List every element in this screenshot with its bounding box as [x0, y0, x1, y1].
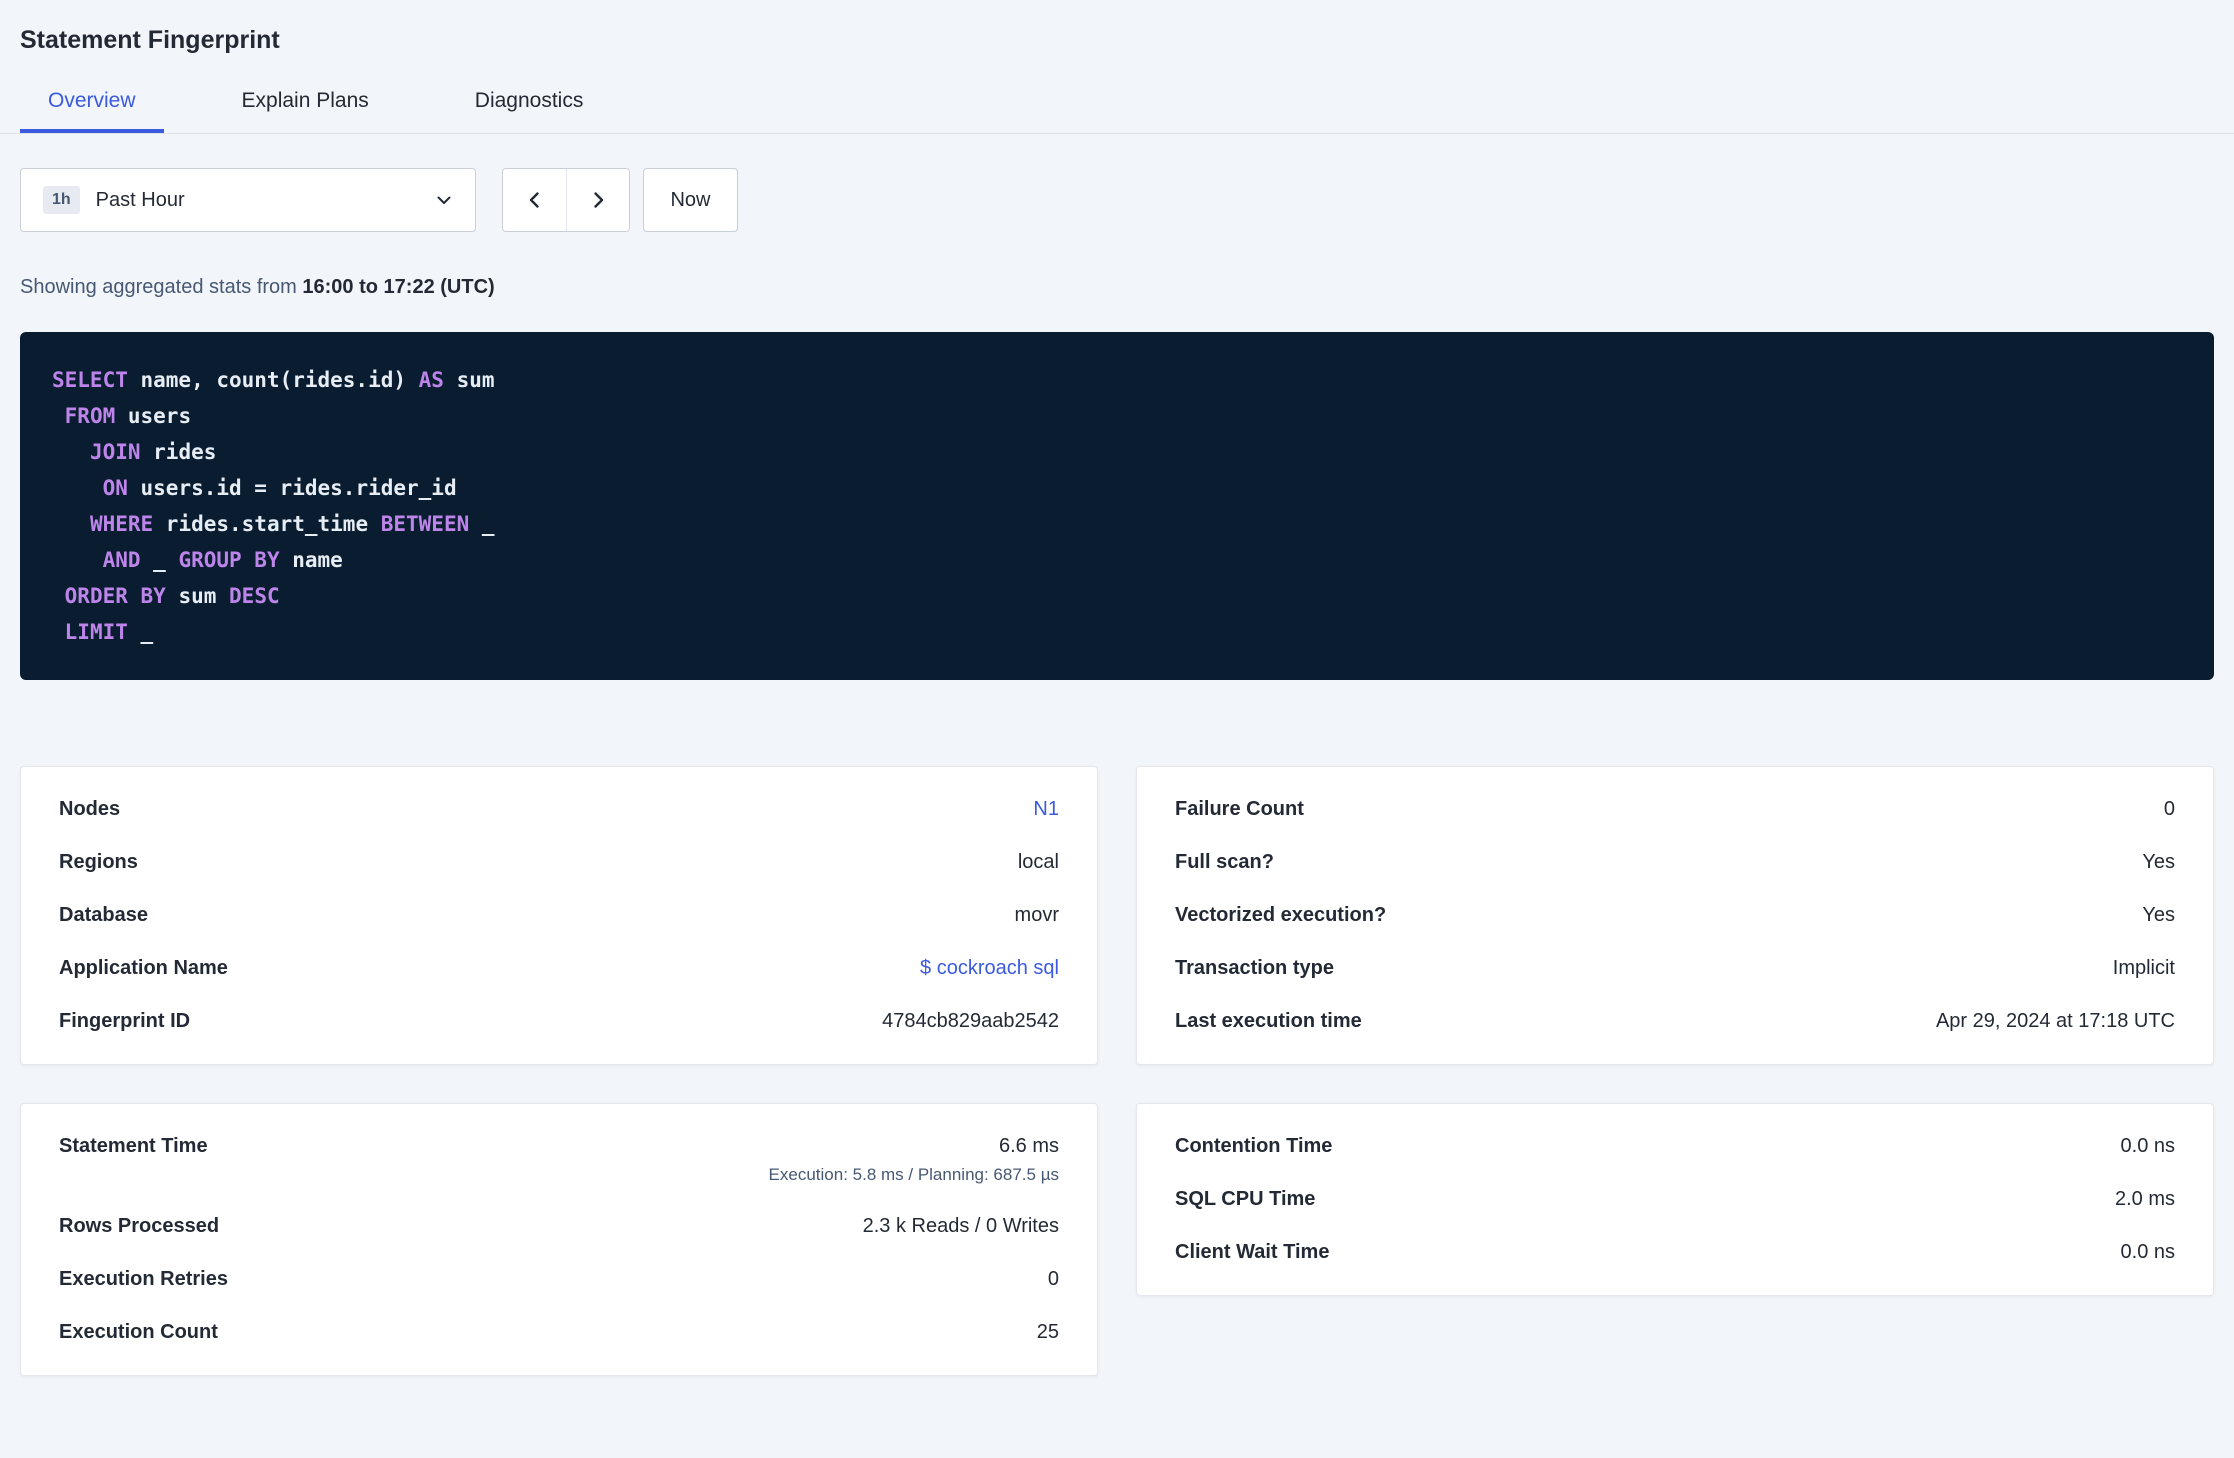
page-title: Statement Fingerprint — [20, 26, 280, 54]
detail-row: Full scan? Yes — [1175, 836, 2175, 889]
aggregated-stats-status: Showing aggregated stats from 16:00 to 1… — [20, 276, 2214, 299]
detail-value: local — [1017, 851, 1059, 873]
status-time-range: 16:00 to 17:22 (UTC) — [302, 276, 495, 298]
detail-row: Nodes N1 — [59, 783, 1059, 836]
detail-value-link[interactable]: $ cockroach sql — [920, 957, 1059, 980]
detail-row: Transaction type Implicit — [1175, 942, 2175, 995]
prev-time-button[interactable] — [503, 169, 566, 231]
next-time-button[interactable] — [566, 169, 629, 231]
time-interval-badge: 1h — [43, 186, 80, 214]
chevron-down-icon — [435, 191, 453, 209]
time-interval-dropdown[interactable]: 1h Past Hour — [20, 168, 476, 232]
detail-label: Transaction type — [1175, 957, 1334, 979]
stat-label: Rows Processed — [59, 1215, 220, 1237]
detail-row: Application Name $ cockroach sql — [59, 942, 1059, 995]
stat-label: Execution Retries — [59, 1268, 228, 1290]
stat-label: SQL CPU Time — [1175, 1188, 1316, 1210]
detail-label: Fingerprint ID — [59, 1010, 191, 1032]
detail-value: Implicit — [2112, 957, 2175, 979]
detail-label: Database — [59, 904, 148, 926]
detail-label: Vectorized execution? — [1175, 904, 1387, 926]
detail-label: Last execution time — [1175, 1010, 1362, 1032]
stat-row: Statement Time 6.6 ms Execution: 5.8 ms … — [59, 1120, 1059, 1200]
now-button[interactable]: Now — [643, 168, 738, 232]
summary-cards: Nodes N1 Regions local Database movr App… — [20, 766, 2214, 1376]
time-step-buttons — [502, 168, 630, 232]
detail-label: Application Name — [59, 957, 228, 979]
stat-value: 0 — [1047, 1268, 1059, 1290]
stat-row: Client Wait Time 0.0 ns — [1175, 1226, 2175, 1279]
detail-row: Fingerprint ID 4784cb829aab2542 — [59, 995, 1059, 1048]
execution-attributes-card: Failure Count 0 Full scan? Yes Vectorize… — [1136, 766, 2214, 1065]
tab-diagnostics[interactable]: Diagnostics — [447, 85, 612, 133]
detail-value-link[interactable]: N1 — [1033, 798, 1059, 821]
detail-value: Apr 29, 2024 at 17:18 UTC — [1935, 1010, 2175, 1032]
detail-row: Regions local — [59, 836, 1059, 889]
time-controls: 1h Past Hour Now — [20, 168, 2214, 232]
detail-label: Failure Count — [1175, 798, 1304, 820]
chevron-right-icon — [588, 190, 608, 210]
detail-row: Vectorized execution? Yes — [1175, 889, 2175, 942]
detail-row: Failure Count 0 — [1175, 783, 2175, 836]
stat-row: Contention Time 0.0 ns — [1175, 1120, 2175, 1173]
detail-row: Database movr — [59, 889, 1059, 942]
stat-row: Execution Count 25 — [59, 1306, 1059, 1359]
tab-overview[interactable]: Overview — [20, 85, 164, 133]
detail-label: Full scan? — [1175, 851, 1274, 873]
stat-label: Execution Count — [59, 1321, 218, 1343]
detail-value: Yes — [2142, 904, 2175, 926]
stat-value: 0.0 ns — [2120, 1135, 2175, 1157]
stat-label: Statement Time — [59, 1135, 208, 1157]
tab-bar: Overview Explain Plans Diagnostics — [0, 85, 2234, 134]
stat-row: Execution Retries 0 — [59, 1253, 1059, 1306]
sql-code: SELECT name, count(rides.id) AS sum FROM… — [52, 368, 495, 644]
tab-explain-plans[interactable]: Explain Plans — [214, 85, 397, 133]
stat-subvalue: Execution: 5.8 ms / Planning: 687.5 µs — [768, 1165, 1059, 1184]
detail-value: movr — [1014, 904, 1059, 926]
detail-value: 0 — [2163, 798, 2175, 820]
stat-value: 0.0 ns — [2120, 1241, 2175, 1263]
chevron-left-icon — [525, 190, 545, 210]
time-stats-card: Contention Time 0.0 ns SQL CPU Time 2.0 … — [1136, 1103, 2214, 1296]
detail-value: 4784cb829aab2542 — [882, 1010, 1059, 1032]
stat-value: 2.3 k Reads / 0 Writes — [862, 1215, 1059, 1237]
sql-statement-box: SELECT name, count(rides.id) AS sum FROM… — [20, 332, 2214, 680]
detail-label: Regions — [59, 851, 138, 873]
stat-row: Rows Processed 2.3 k Reads / 0 Writes — [59, 1200, 1059, 1253]
stat-row: SQL CPU Time 2.0 ms — [1175, 1173, 2175, 1226]
detail-value: Yes — [2142, 851, 2175, 873]
detail-label: Nodes — [59, 798, 121, 820]
time-interval-label: Past Hour — [95, 188, 185, 211]
status-prefix: Showing aggregated stats from — [20, 276, 303, 298]
stat-label: Contention Time — [1175, 1135, 1333, 1157]
stat-value: 6.6 ms — [998, 1135, 1059, 1157]
stat-label: Client Wait Time — [1175, 1241, 1330, 1263]
details-card: Nodes N1 Regions local Database movr App… — [20, 766, 1098, 1065]
stat-value: 25 — [1036, 1321, 1059, 1343]
stat-value: 2.0 ms — [2114, 1188, 2175, 1210]
detail-row: Last execution time Apr 29, 2024 at 17:1… — [1175, 995, 2175, 1048]
statement-stats-card: Statement Time 6.6 ms Execution: 5.8 ms … — [20, 1103, 1098, 1376]
